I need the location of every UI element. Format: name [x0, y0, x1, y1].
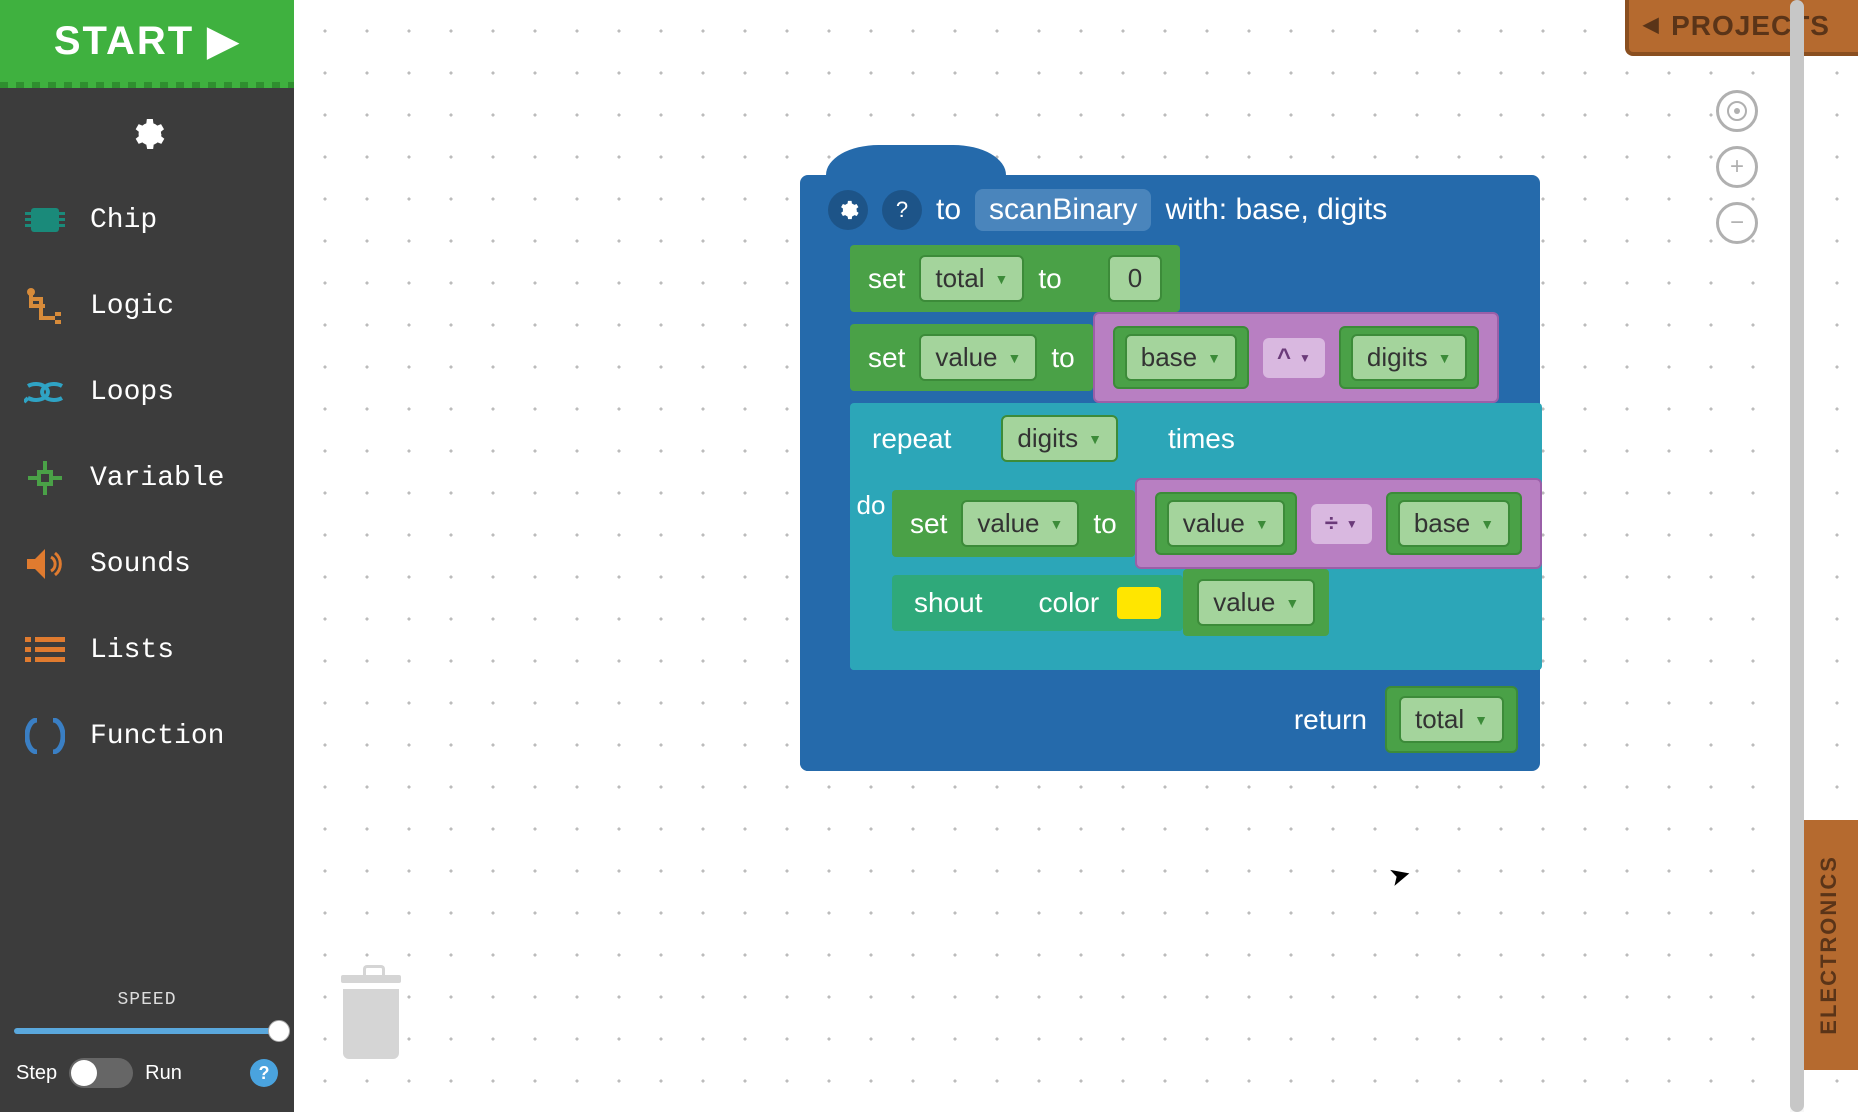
variable-dropdown-total[interactable]: total▼ [919, 255, 1024, 302]
value-reporter[interactable]: value▼ [1183, 569, 1329, 636]
math-divide-block[interactable]: value▼ ÷ ▼ base▼ [1135, 478, 1542, 569]
category-logic[interactable]: Logic [0, 263, 294, 349]
color-keyword: color [1039, 587, 1100, 619]
category-label: Logic [90, 291, 174, 322]
scrollbar-thumb[interactable] [1790, 0, 1804, 1112]
help-button[interactable]: ? [250, 1059, 278, 1087]
with-label: with: base, digits [1165, 193, 1387, 227]
loops-icon [24, 371, 66, 413]
times-keyword: times [1168, 423, 1235, 455]
toggle-thumb[interactable] [71, 1060, 97, 1086]
zoom-in-button[interactable]: + [1716, 146, 1758, 188]
variable-icon [24, 457, 66, 499]
start-button[interactable]: START ▶ [0, 0, 294, 88]
set-keyword: set [910, 508, 947, 540]
color-swatch[interactable] [1117, 587, 1161, 619]
number-field[interactable]: 0 [1108, 255, 1162, 302]
math-power-block[interactable]: base▼ ^ ▼ digits▼ [1093, 312, 1500, 403]
set-total-block[interactable]: set total▼ to 0 [850, 245, 1180, 312]
category-lists[interactable]: Lists [0, 607, 294, 693]
lists-icon [24, 629, 66, 671]
vertical-scrollbar[interactable] [1790, 0, 1804, 1112]
zoom-out-button[interactable]: − [1716, 202, 1758, 244]
function-icon [24, 715, 66, 757]
variable-dropdown-value[interactable]: value▼ [1167, 500, 1285, 547]
variable-dropdown-value[interactable]: value▼ [961, 500, 1079, 547]
block-settings-icon[interactable] [828, 190, 868, 230]
cursor-icon: ➤ [1385, 858, 1414, 894]
variable-dropdown-digits[interactable]: digits▼ [1001, 415, 1118, 462]
block-stack[interactable]: ? to scanBinary with: base, digits set t… [800, 175, 1540, 771]
gear-icon[interactable] [129, 116, 165, 157]
return-value-slot[interactable]: total▼ [1385, 686, 1518, 753]
zoom-center-button[interactable] [1716, 90, 1758, 132]
electronics-label: ELECTRONICS [1816, 855, 1842, 1035]
sidebar: START ▶ Chip Logic Loops Variable Sounds [0, 0, 294, 1112]
set-value-block[interactable]: set value▼ to [850, 324, 1093, 391]
category-label: Lists [90, 635, 174, 666]
repeat-block[interactable]: repeat digits▼ times do set [850, 403, 1542, 670]
set-value-divide-block[interactable]: set value▼ to [892, 490, 1135, 557]
operator-dropdown[interactable]: ÷ ▼ [1311, 504, 1372, 544]
variable-dropdown-value[interactable]: value▼ [919, 334, 1037, 381]
variable-dropdown-total[interactable]: total▼ [1399, 696, 1504, 743]
speed-label: SPEED [8, 990, 286, 1010]
variable-dropdown-base[interactable]: base▼ [1398, 500, 1510, 547]
shout-keyword: shout [914, 587, 983, 619]
category-function[interactable]: Function [0, 693, 294, 779]
slider-thumb[interactable] [268, 1020, 290, 1042]
category-variable[interactable]: Variable [0, 435, 294, 521]
block-help-icon[interactable]: ? [882, 190, 922, 230]
set-keyword: set [868, 342, 905, 374]
variable-dropdown-digits[interactable]: digits▼ [1351, 334, 1468, 381]
do-keyword: do [850, 474, 892, 640]
to-label: to [936, 193, 961, 227]
logic-icon [24, 285, 66, 327]
run-label: Run [145, 1062, 182, 1085]
step-run-toggle[interactable] [69, 1058, 133, 1088]
to-keyword: to [1051, 342, 1074, 374]
category-label: Function [90, 721, 224, 752]
category-label: Chip [90, 205, 157, 236]
operator-dropdown[interactable]: ^ ▼ [1263, 338, 1325, 378]
set-keyword: set [868, 263, 905, 295]
repeat-keyword: repeat [872, 423, 951, 455]
category-chip[interactable]: Chip [0, 177, 294, 263]
function-definition-block[interactable]: ? to scanBinary with: base, digits set t… [800, 175, 1540, 771]
category-list: Chip Logic Loops Variable Sounds Lists F… [0, 177, 294, 980]
to-keyword: to [1093, 508, 1116, 540]
category-loops[interactable]: Loops [0, 349, 294, 435]
to-keyword: to [1038, 263, 1061, 295]
step-label: Step [16, 1062, 57, 1085]
chip-icon [24, 199, 66, 241]
speed-panel: SPEED Step Run ? [0, 980, 294, 1112]
category-label: Loops [90, 377, 174, 408]
workspace[interactable]: PROJECTS ELECTRONICS + − ? to scanBinary… [294, 0, 1858, 1112]
category-label: Variable [90, 463, 224, 494]
speed-slider[interactable] [14, 1028, 280, 1034]
projects-tab[interactable]: PROJECTS [1625, 0, 1858, 56]
return-keyword: return [1294, 704, 1367, 736]
shout-block[interactable]: shout color [892, 575, 1183, 631]
category-label: Sounds [90, 549, 191, 580]
electronics-tab[interactable]: ELECTRONICS [1796, 820, 1858, 1070]
function-name-field[interactable]: scanBinary [975, 189, 1151, 231]
trash-icon[interactable] [336, 975, 406, 1065]
category-sounds[interactable]: Sounds [0, 521, 294, 607]
variable-dropdown-value[interactable]: value▼ [1197, 579, 1315, 626]
variable-dropdown-base[interactable]: base▼ [1125, 334, 1237, 381]
sounds-icon [24, 543, 66, 585]
